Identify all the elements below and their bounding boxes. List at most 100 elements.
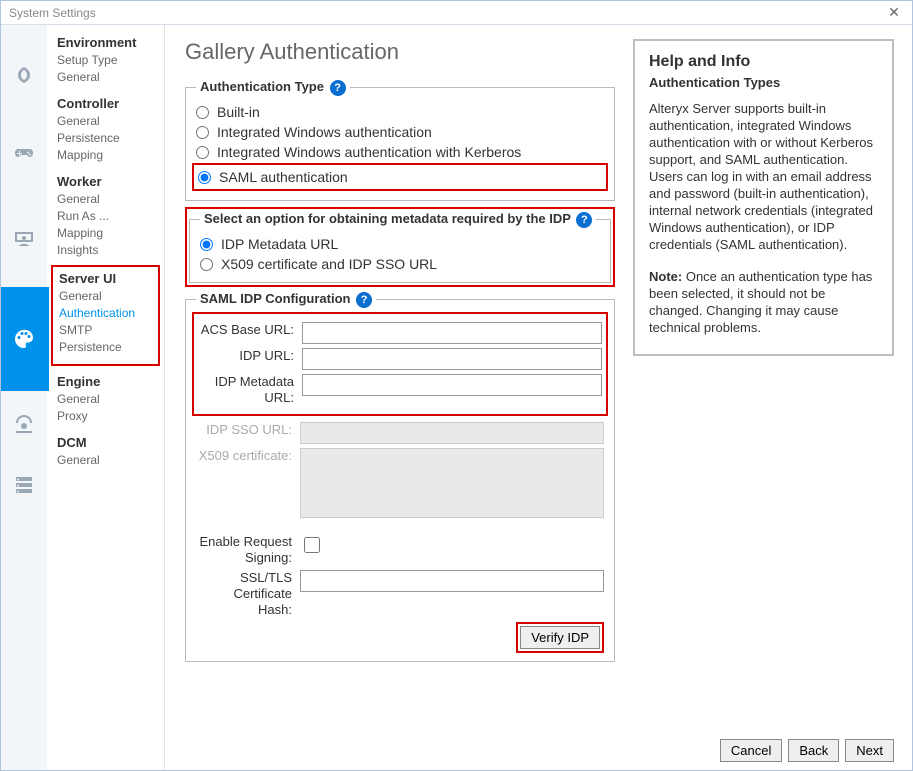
verify-idp-button[interactable]: Verify IDP [520, 626, 600, 649]
auth-option-builtin[interactable]: Built-in [196, 102, 604, 122]
help-icon[interactable]: ? [330, 80, 346, 96]
input-acs-base[interactable] [302, 322, 602, 344]
nav-sub-worker-mapping[interactable]: Mapping [57, 225, 164, 242]
back-button[interactable]: Back [788, 739, 839, 762]
titlebar: System Settings ✕ [1, 1, 912, 25]
rail-environment[interactable] [1, 39, 47, 113]
nav-sub-engine-general[interactable]: General [57, 391, 164, 408]
input-idp-meta[interactable] [302, 374, 602, 396]
meta-label-x509: X509 certificate and IDP SSO URL [221, 254, 437, 274]
nav-head-server-ui[interactable]: Server UI [59, 271, 152, 286]
nav-head-engine[interactable]: Engine [57, 374, 164, 389]
label-enable-sign: Enable Request Signing: [196, 534, 292, 566]
nav-section-server-ui: Server UI General Authentication SMTP Pe… [51, 265, 160, 366]
settings-window: System Settings ✕ [0, 0, 913, 771]
content-scroll[interactable]: Gallery Authentication Authentication Ty… [185, 39, 902, 760]
row-x509: X509 certificate: [196, 448, 604, 518]
row-ssl-hash: SSL/TLS Certificate Hash: [196, 570, 604, 618]
label-ssl-hash: SSL/TLS Certificate Hash: [196, 570, 292, 618]
verify-row: Verify IDP [196, 622, 604, 653]
content: Gallery Authentication Authentication Ty… [165, 25, 912, 770]
auth-radio-builtin[interactable] [196, 106, 209, 119]
input-x509 [300, 448, 604, 518]
icon-rail [1, 25, 47, 770]
help-head: Help and Info [649, 53, 878, 71]
meta-option-x509[interactable]: X509 certificate and IDP SSO URL [200, 254, 600, 274]
nav-pane: Environment Setup Type General Controlle… [47, 25, 165, 770]
rail-server-ui[interactable] [1, 287, 49, 391]
page-title: Gallery Authentication [185, 39, 615, 65]
nav-sub-dcm-general[interactable]: General [57, 452, 164, 469]
auth-label-saml: SAML authentication [219, 167, 348, 187]
auth-radio-saml[interactable] [198, 171, 211, 184]
help-icon[interactable]: ? [356, 292, 372, 308]
label-idp-url: IDP URL: [198, 348, 294, 364]
nav-section-dcm: DCM General [47, 435, 164, 469]
meta-option-legend-text: Select an option for obtaining metadata … [204, 211, 571, 226]
nav-head-controller[interactable]: Controller [57, 96, 164, 111]
saml-config-legend-text: SAML IDP Configuration [200, 291, 350, 306]
engine-gauge-icon [12, 411, 36, 435]
nav-sub-ctrl-general[interactable]: General [57, 113, 164, 130]
auth-option-saml[interactable]: SAML authentication [192, 163, 608, 191]
input-idp-sso [300, 422, 604, 444]
rail-engine[interactable] [1, 391, 47, 455]
meta-option-legend: Select an option for obtaining metadata … [200, 211, 596, 228]
auth-type-legend: Authentication Type ? [196, 79, 350, 96]
nav-sub-ctrl-mapping[interactable]: Mapping [57, 147, 164, 164]
nav-sub-worker-general[interactable]: General [57, 191, 164, 208]
nav-sub-setup-type[interactable]: Setup Type [57, 52, 164, 69]
meta-option-group: Select an option for obtaining metadata … [189, 211, 611, 283]
auth-label-builtin: Built-in [217, 102, 260, 122]
nav-sub-ctrl-persistence[interactable]: Persistence [57, 130, 164, 147]
row-idp-meta: IDP Metadata URL: [198, 374, 602, 406]
auth-option-iwa-kerberos[interactable]: Integrated Windows authentication with K… [196, 142, 604, 162]
row-acs-base: ACS Base URL: [198, 322, 602, 344]
row-idp-url: IDP URL: [198, 348, 602, 370]
row-enable-sign: Enable Request Signing: [196, 534, 604, 566]
auth-radio-iwa-kerberos[interactable] [196, 146, 209, 159]
nav-head-worker[interactable]: Worker [57, 174, 164, 189]
help-icon[interactable]: ? [576, 212, 592, 228]
nav-sub-serverui-smtp[interactable]: SMTP [59, 322, 152, 339]
nav-sub-serverui-persistence[interactable]: Persistence [59, 339, 152, 356]
nav-sub-worker-runas[interactable]: Run As ... [57, 208, 164, 225]
checkbox-enable-sign[interactable] [304, 537, 320, 553]
input-ssl-hash[interactable] [300, 570, 604, 592]
nav-sub-engine-proxy[interactable]: Proxy [57, 408, 164, 425]
nav-head-dcm[interactable]: DCM [57, 435, 164, 450]
nav-sub-serverui-general[interactable]: General [59, 288, 152, 305]
help-body-2: Note: Once an authentication type has be… [649, 268, 878, 336]
meta-option-idp-meta-url[interactable]: IDP Metadata URL [200, 234, 600, 254]
rail-controller[interactable] [1, 113, 47, 191]
rail-worker[interactable] [1, 191, 47, 287]
leaf-icon [12, 64, 36, 88]
meta-radio-idp-meta-url[interactable] [200, 238, 213, 251]
help-column: Help and Info Authentication Types Alter… [633, 39, 894, 760]
help-sub: Authentication Types [649, 75, 878, 90]
nav-section-worker: Worker General Run As ... Mapping Insigh… [47, 174, 164, 259]
gamepad-icon [12, 140, 36, 164]
auth-radio-iwa[interactable] [196, 126, 209, 139]
auth-option-iwa[interactable]: Integrated Windows authentication [196, 122, 604, 142]
cancel-button[interactable]: Cancel [720, 739, 782, 762]
nav-head-environment[interactable]: Environment [57, 35, 164, 50]
nav-sub-worker-insights[interactable]: Insights [57, 242, 164, 259]
input-idp-url[interactable] [302, 348, 602, 370]
nav-sub-env-general[interactable]: General [57, 69, 164, 86]
nav-section-engine: Engine General Proxy [47, 374, 164, 425]
nav-section-environment: Environment Setup Type General [47, 35, 164, 86]
close-icon[interactable]: ✕ [876, 1, 912, 24]
nav-section-controller: Controller General Persistence Mapping [47, 96, 164, 164]
auth-type-legend-text: Authentication Type [200, 79, 324, 94]
meta-radio-x509[interactable] [200, 258, 213, 271]
label-idp-sso: IDP SSO URL: [196, 422, 292, 438]
window-title: System Settings [9, 6, 96, 20]
body: Environment Setup Type General Controlle… [1, 25, 912, 770]
meta-label-idp-meta-url: IDP Metadata URL [221, 234, 338, 254]
rail-dcm[interactable] [1, 455, 47, 515]
auth-type-group: Authentication Type ? Built-in Integrate… [185, 79, 615, 201]
next-button[interactable]: Next [845, 739, 894, 762]
server-stack-icon [12, 473, 36, 497]
nav-sub-serverui-auth[interactable]: Authentication [59, 305, 152, 322]
